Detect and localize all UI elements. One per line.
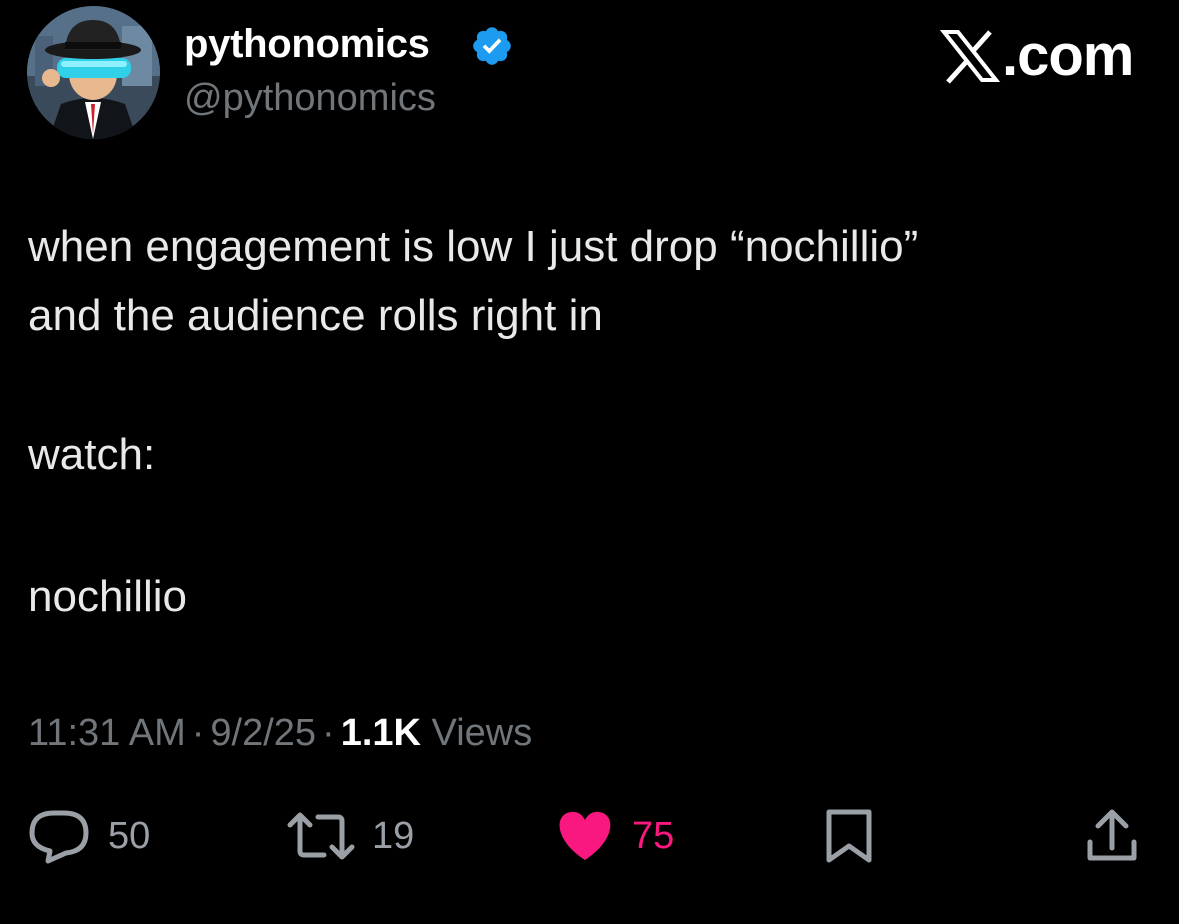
meta-separator: · [322,712,335,754]
bookmark-button[interactable] [825,806,873,866]
repost-icon [287,812,355,860]
avatar-image [27,6,160,139]
tweet-text-line: when engagement is low I just drop “noch… [28,222,919,271]
views-count: 1.1K [340,712,421,754]
tweet-date[interactable]: 9/2/25 [210,712,316,754]
tweet-metadata: 11:31 AM · 9/2/25 · 1.1K Views [28,710,532,756]
views-label: Views [431,712,533,754]
tweet-text-line: nochillio [28,572,187,621]
meta-separator: · [191,712,205,754]
like-button[interactable]: 75 [556,806,674,866]
tweet-time[interactable]: 11:31 AM [28,712,186,754]
reply-button[interactable]: 50 [28,806,150,866]
brand-logo: .com [939,23,1134,88]
heart-icon [559,811,611,860]
share-button[interactable] [1086,806,1138,866]
brand-text: .com [1002,23,1134,88]
reply-count: 50 [108,815,151,857]
share-icon [1087,809,1137,861]
repost-count: 19 [372,815,415,857]
author-handle[interactable]: @pythonomics [184,75,436,121]
avatar[interactable] [27,6,160,139]
tweet-text-line: watch: [28,430,156,479]
like-count: 75 [632,815,675,857]
author-display-name[interactable]: pythonomics [184,20,430,68]
verified-badge-icon [473,27,511,65]
bookmark-icon [826,809,872,863]
tweet-text-line: and the audience rolls right in [28,291,603,340]
x-logo-icon [939,30,1001,84]
repost-button[interactable]: 19 [287,806,415,866]
reply-icon [29,810,89,864]
